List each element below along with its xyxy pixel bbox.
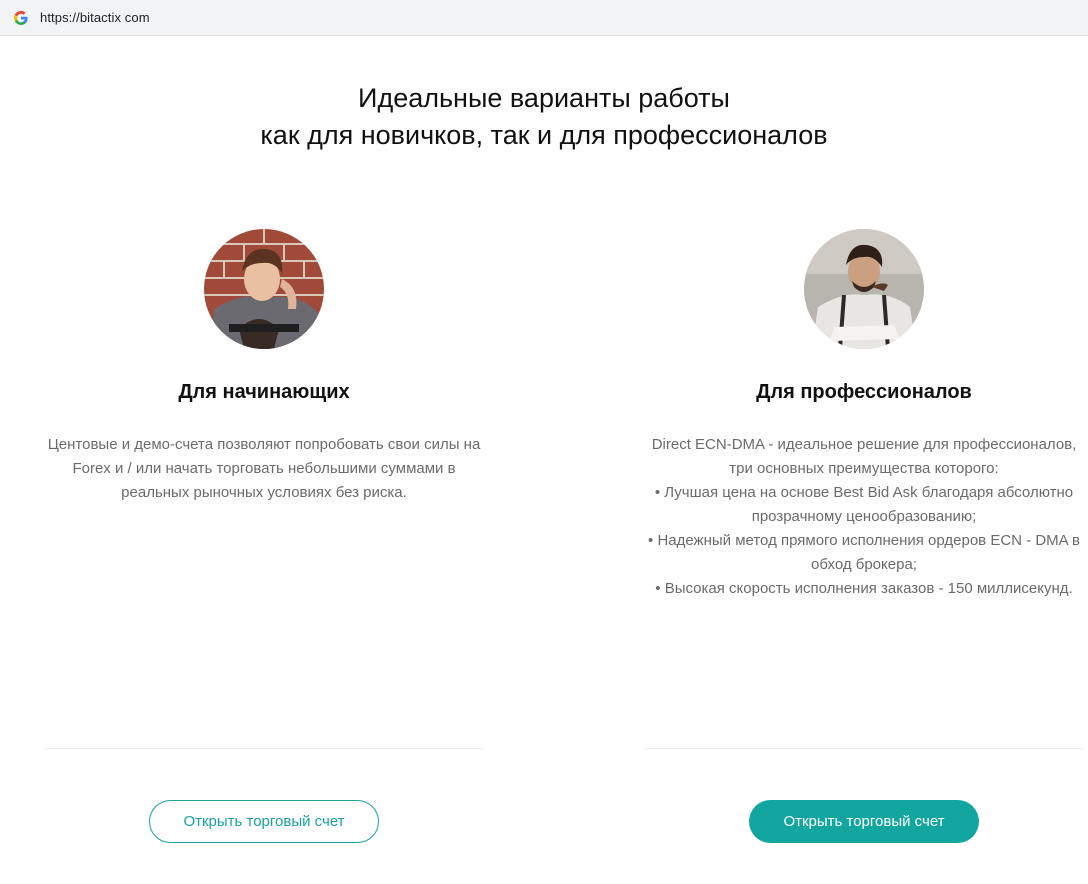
pros-description: Direct ECN-DMA - идеальное решение для п…: [644, 433, 1084, 601]
beginners-divider: [44, 748, 484, 749]
open-account-button-beginners[interactable]: Открыть торговый счет: [149, 800, 379, 843]
pros-title: Для профессионалов: [756, 381, 972, 403]
open-account-button-pros[interactable]: Открыть торговый счет: [749, 800, 979, 843]
pros-column: Для профессионалов Direct ECN-DMA - идеа…: [644, 0, 1084, 884]
pros-intro: Direct ECN-DMA - идеальное решение для п…: [651, 436, 1077, 477]
pros-divider: [644, 748, 1084, 749]
pros-benefit-3: • Высокая скорость исполнения заказов - …: [655, 580, 1073, 597]
pros-benefit-2: • Надежный метод прямого исполнения орде…: [648, 532, 1080, 573]
google-g-icon: [12, 9, 30, 27]
pro-avatar: [804, 229, 924, 349]
pros-benefit-1: • Лучшая цена на основе Best Bid Ask бла…: [654, 484, 1074, 525]
beginners-description: Центовые и демо-счета позволяют попробов…: [47, 436, 481, 501]
beginners-title: Для начинающих: [178, 381, 350, 403]
beginner-avatar: [204, 229, 324, 349]
beginners-column: Для начинающих Центовые и демо-счета поз…: [44, 0, 484, 884]
